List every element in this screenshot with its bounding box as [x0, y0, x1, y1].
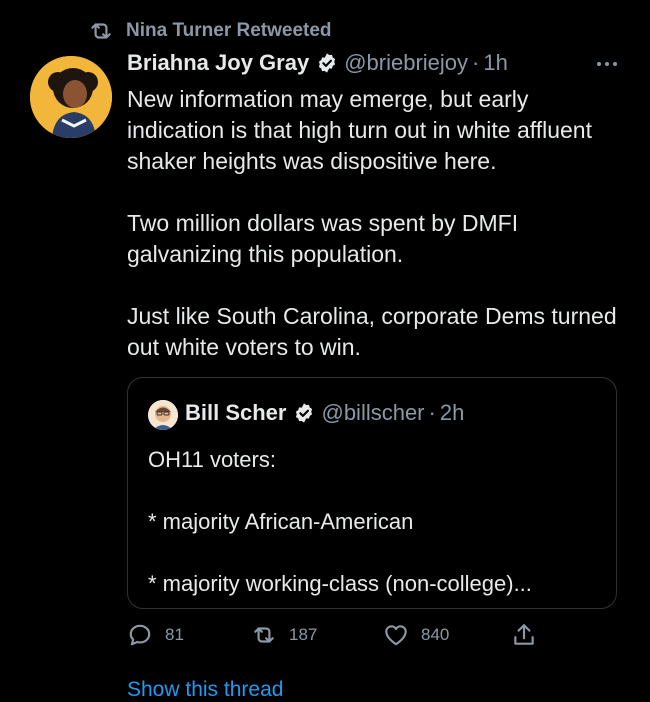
quote-header: Bill Scher @billscher · 2h [185, 400, 464, 426]
separator-dot: · [472, 50, 480, 75]
verified-icon [319, 53, 336, 73]
reply-count: 81 [165, 625, 184, 644]
quote-author-name[interactable]: Bill Scher [185, 400, 286, 426]
quote-text: OH11 voters: * majority African-American… [148, 447, 532, 596]
author-handle[interactable]: @briebriejoy [344, 50, 468, 76]
retweet-button[interactable]: 187 [251, 622, 317, 648]
share-icon [514, 624, 534, 645]
verified-icon [296, 403, 313, 423]
like-button[interactable]: 840 [383, 622, 449, 648]
retweet-indicator: Nina Turner Retweeted [88, 18, 332, 44]
tweet-text: New information may emerge, but early in… [127, 86, 617, 360]
retweet-count: 187 [289, 625, 318, 644]
retweet-icon [91, 23, 111, 39]
like-icon [385, 625, 407, 646]
reply-button[interactable]: 81 [127, 622, 184, 648]
retweet-label[interactable]: Nina Turner Retweeted [126, 20, 332, 42]
quote-time[interactable]: 2h [440, 400, 464, 426]
quoted-tweet[interactable]: Bill Scher @billscher · 2h OH11 voters: … [127, 377, 617, 609]
author-avatar[interactable] [30, 56, 112, 138]
quote-author-handle[interactable]: @billscher [321, 400, 424, 426]
reply-icon [129, 624, 151, 646]
separator-dot: · [428, 400, 436, 425]
more-icon[interactable] [594, 56, 620, 72]
like-count: 840 [421, 625, 450, 644]
retweet-icon [254, 627, 274, 643]
quote-author-avatar[interactable] [148, 400, 178, 430]
tweet-actions: 81 187 840 [127, 622, 557, 652]
tweet-time[interactable]: 1h [483, 50, 507, 76]
share-button[interactable] [511, 622, 537, 648]
tweet-header: Briahna Joy Gray @briebriejoy · 1h [127, 50, 620, 76]
author-name[interactable]: Briahna Joy Gray [127, 50, 309, 76]
show-thread-link[interactable]: Show this thread [127, 678, 283, 702]
